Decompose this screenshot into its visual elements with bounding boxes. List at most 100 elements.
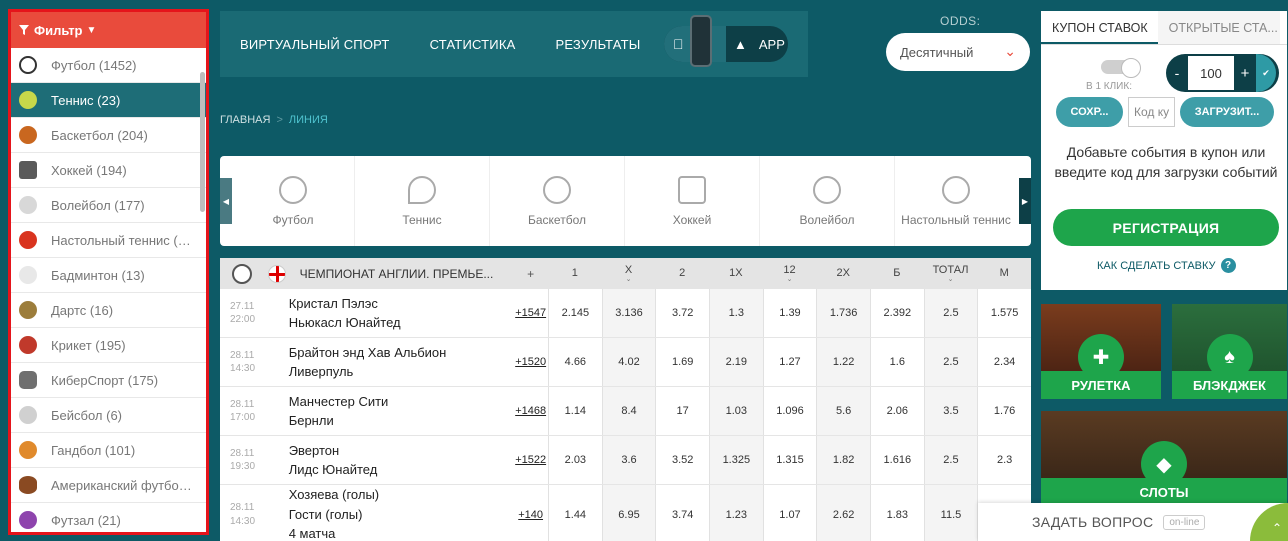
tab-bet-coupon[interactable]: КУПОН СТАВОК (1041, 11, 1158, 44)
carousel-item-tennis[interactable]: Теннис (355, 156, 490, 246)
odds-format-select[interactable]: Десятичный ⌄ (886, 33, 1030, 71)
odds-cell[interactable]: 2.145 (548, 289, 602, 337)
odds-cell[interactable]: 1.83 (869, 485, 924, 541)
odds-cell[interactable]: 8.4 (601, 387, 656, 435)
more-markets-link[interactable]: +1547 (513, 289, 548, 337)
more-markets-link[interactable]: +1522 (513, 436, 548, 484)
stake-plus-button[interactable]: + (1234, 65, 1256, 82)
odds-cell[interactable]: 1.575 (977, 289, 1031, 337)
more-markets-link[interactable]: +140 (513, 485, 548, 541)
slots-tile[interactable]: ◆ СЛОТЫ (1041, 411, 1287, 506)
odds-cell[interactable]: 3.74 (655, 485, 709, 541)
sidebar-item-esports[interactable]: КиберСпорт (175) (11, 363, 206, 398)
chevron-up-icon[interactable]: ⌃ (1250, 503, 1288, 541)
more-markets-link[interactable]: +1468 (513, 387, 548, 435)
sidebar-item-handball[interactable]: Гандбол (101) (11, 433, 206, 468)
sidebar-item-badminton[interactable]: Бадминтон (13) (11, 258, 206, 293)
odds-cell[interactable]: 2.06 (869, 387, 924, 435)
coupon-code-input[interactable]: Код ку (1128, 97, 1175, 127)
odds-cell[interactable]: 1.82 (816, 436, 870, 484)
sidebar-item-table-tennis[interactable]: Настольный теннис (… (11, 223, 206, 258)
odds-cell[interactable]: 1.6 (869, 338, 924, 386)
odds-cell[interactable]: 1.14 (548, 387, 602, 435)
odds-cell[interactable]: 17 (655, 387, 709, 435)
odds-cell[interactable]: 2.34 (977, 338, 1031, 386)
odds-cell[interactable]: 1.07 (762, 485, 817, 541)
odds-cell[interactable]: 3.6 (601, 436, 656, 484)
how-to-bet-link[interactable]: КАК СДЕЛАТЬ СТАВКУ ? (1097, 258, 1236, 273)
odds-cell[interactable]: 2.62 (816, 485, 870, 541)
sidebar-item-baseball[interactable]: Бейсбол (6) (11, 398, 206, 433)
tab-open-bets[interactable]: ОТКРЫТЫЕ СТА... (1157, 11, 1280, 44)
sidebar-scrollbar[interactable] (200, 72, 205, 212)
odds-cell[interactable]: 1.03 (709, 387, 763, 435)
sidebar-item-tennis[interactable]: Теннис (23) (11, 83, 206, 118)
sidebar-item-hockey[interactable]: Хоккей (194) (11, 153, 206, 188)
league-title[interactable]: ЧЕМПИОНАТ АНГЛИИ. ПРЕМЬЕ... (300, 267, 514, 281)
odds-cell[interactable]: 1.616 (869, 436, 924, 484)
sidebar-item-futsal[interactable]: Футзал (21) (11, 503, 206, 532)
match-teams[interactable]: Кристал Пэлэс Ньюкасл Юнайтед (278, 289, 514, 337)
odds-cell[interactable]: 1.736 (816, 289, 870, 337)
load-coupon-button[interactable]: ЗАГРУЗИТ... (1180, 97, 1274, 127)
filter-button[interactable]: Фильтр ▼ (11, 12, 206, 48)
odds-cell[interactable]: 11.5 (923, 485, 978, 541)
app-download-button[interactable]:  ▲ APP (664, 15, 788, 67)
odds-cell[interactable]: 2.3 (977, 436, 1031, 484)
carousel-item-football[interactable]: Футбол (232, 156, 355, 246)
odds-cell[interactable]: 3.5 (923, 387, 978, 435)
odds-cell[interactable]: 2.5 (923, 338, 978, 386)
sidebar-item-american-football[interactable]: Американский футбо… (11, 468, 206, 503)
odds-cell[interactable]: 1.22 (816, 338, 870, 386)
match-teams[interactable]: Манчестер Сити Бернли (278, 387, 514, 435)
odds-cell[interactable]: 4.02 (601, 338, 656, 386)
carousel-next-button[interactable]: ▶ (1019, 178, 1031, 224)
odds-cell[interactable]: 1.315 (762, 436, 817, 484)
odds-cell[interactable]: 1.44 (548, 485, 602, 541)
odds-cell[interactable]: 1.27 (762, 338, 817, 386)
sidebar-item-volleyball[interactable]: Волейбол (177) (11, 188, 206, 223)
odds-cell[interactable]: 2.5 (923, 289, 978, 337)
more-markets-link[interactable]: +1520 (513, 338, 548, 386)
sidebar-item-basketball[interactable]: Баскетбол (204) (11, 118, 206, 153)
odds-cell[interactable]: 3.72 (655, 289, 709, 337)
odds-cell[interactable]: 1.39 (762, 289, 817, 337)
odds-cell[interactable]: 2.19 (709, 338, 763, 386)
carousel-item-volleyball[interactable]: Волейбол (760, 156, 895, 246)
sidebar-item-darts[interactable]: Дартс (16) (11, 293, 206, 328)
nav-results[interactable]: РЕЗУЛЬТАТЫ (555, 37, 640, 52)
blackjack-tile[interactable]: ♠ БЛЭКДЖЕК (1172, 304, 1287, 399)
odds-cell[interactable]: 1.096 (762, 387, 817, 435)
one-click-toggle[interactable] (1101, 58, 1141, 78)
sidebar-item-cricket[interactable]: Крикет (195) (11, 328, 206, 363)
odds-cell[interactable]: 5.6 (816, 387, 870, 435)
save-coupon-button[interactable]: СОХР... (1056, 97, 1123, 127)
odds-cell[interactable]: 2.5 (923, 436, 978, 484)
register-button[interactable]: РЕГИСТРАЦИЯ (1053, 209, 1279, 246)
stake-amount-input[interactable]: 100 (1188, 56, 1234, 90)
carousel-item-table-tennis[interactable]: Настольный теннис (895, 156, 1017, 246)
odds-cell[interactable]: 1.23 (709, 485, 763, 541)
odds-cell[interactable]: 1.69 (655, 338, 709, 386)
sidebar-item-football[interactable]: Футбол (1452) (11, 48, 206, 83)
odds-cell[interactable]: 2.392 (869, 289, 924, 337)
odds-cell[interactable]: 3.52 (655, 436, 709, 484)
odds-cell[interactable]: 1.3 (709, 289, 763, 337)
odds-cell[interactable]: 1.76 (977, 387, 1031, 435)
odds-cell[interactable]: 1.325 (709, 436, 763, 484)
carousel-item-hockey[interactable]: Хоккей (625, 156, 760, 246)
nav-virtual-sport[interactable]: ВИРТУАЛЬНЫЙ СПОРТ (240, 37, 390, 52)
odds-cell[interactable]: 3.136 (601, 289, 656, 337)
odds-cell[interactable]: 4.66 (548, 338, 602, 386)
odds-cell[interactable]: 6.95 (601, 485, 656, 541)
stake-minus-button[interactable]: - (1166, 65, 1188, 81)
carousel-item-basketball[interactable]: Баскетбол (490, 156, 625, 246)
chevron-down-icon[interactable]: ✔ (1256, 54, 1276, 92)
breadcrumb-home[interactable]: ГЛАВНАЯ (220, 114, 270, 126)
match-teams[interactable]: Брайтон энд Хав Альбион Ливерпуль (278, 338, 514, 386)
roulette-tile[interactable]: ✚ РУЛЕТКА (1041, 304, 1161, 399)
match-teams[interactable]: Эвертон Лидс Юнайтед (278, 436, 514, 484)
odds-cell[interactable]: 2.03 (548, 436, 602, 484)
ask-question-widget[interactable]: ЗАДАТЬ ВОПРОС on-line ⌃ (978, 503, 1288, 541)
match-teams[interactable]: Хозяева (голы) Гости (голы) 4 матча (278, 485, 514, 541)
